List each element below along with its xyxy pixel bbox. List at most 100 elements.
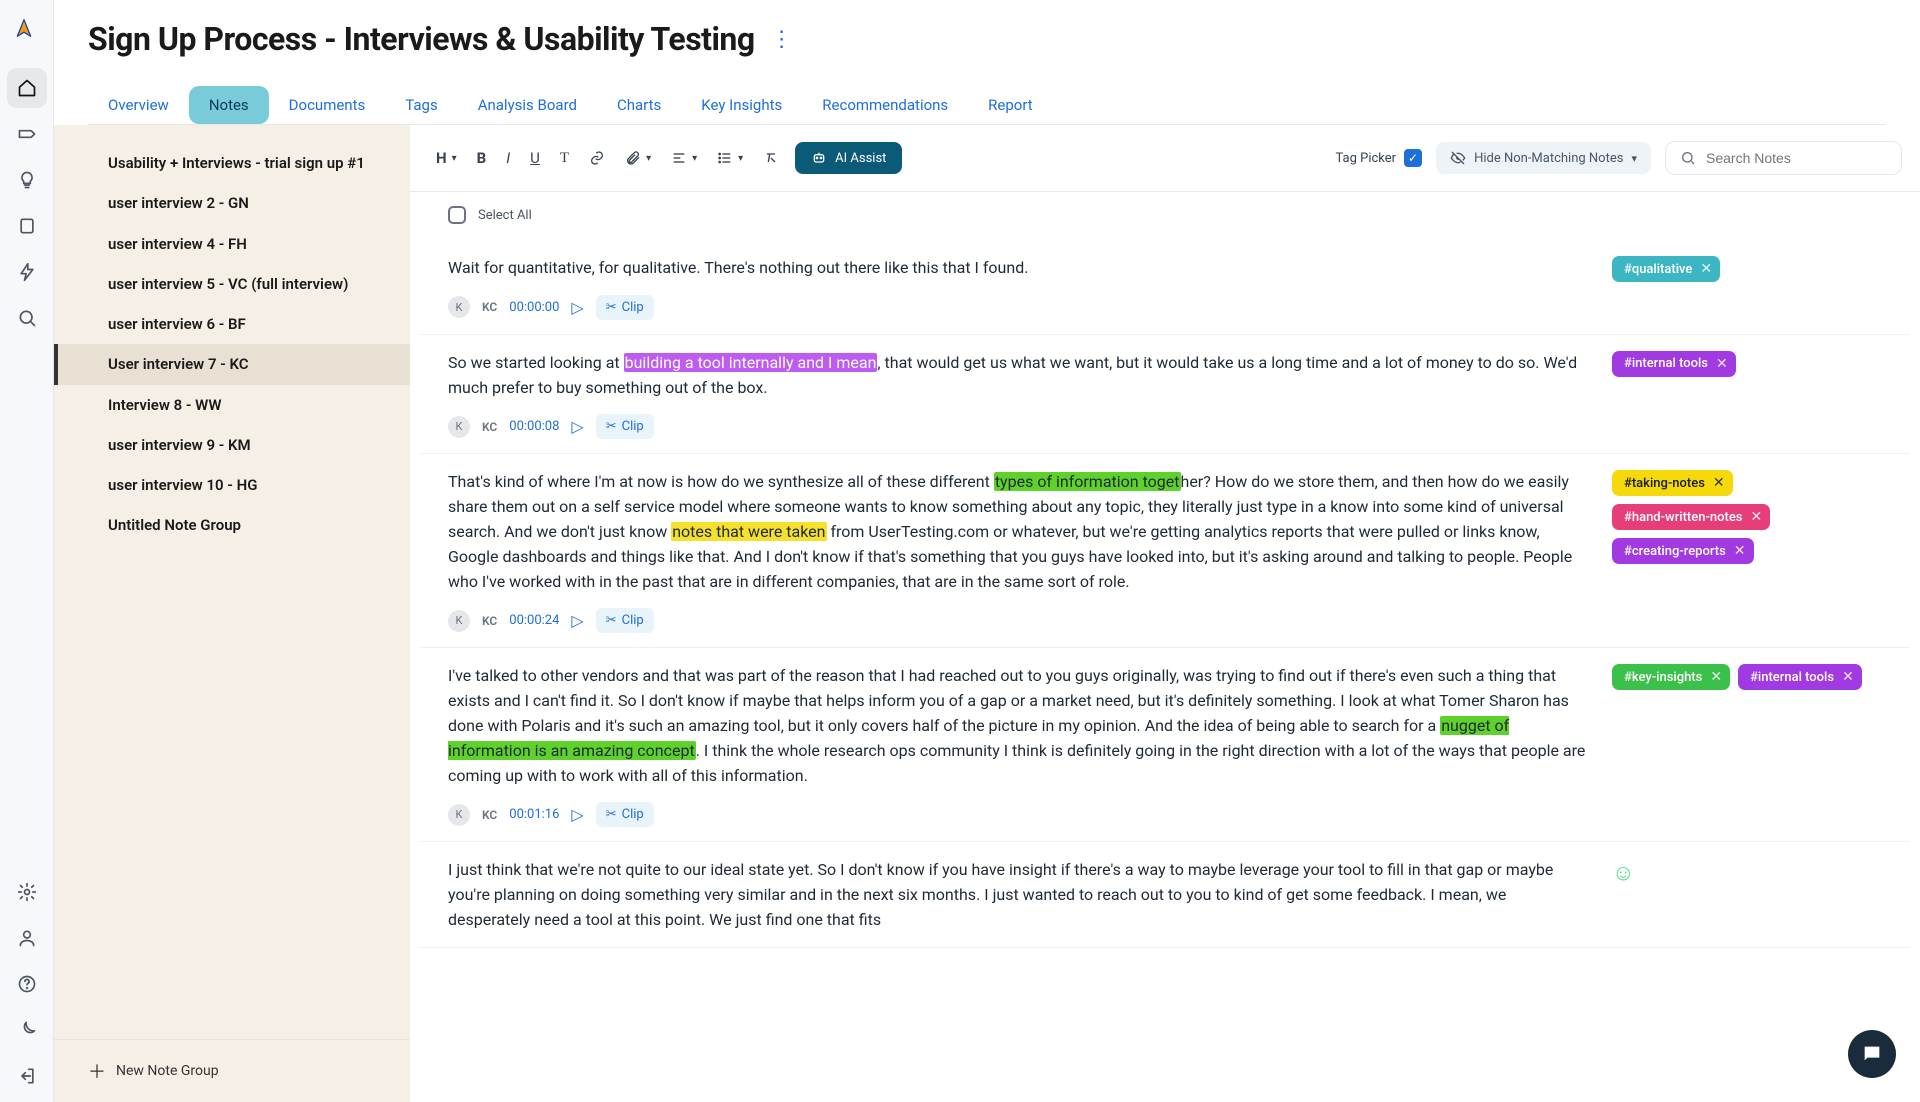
note-text[interactable]: That's kind of where I'm at now is how d… [448,470,1588,594]
link-button[interactable] [581,144,613,172]
bolt-icon[interactable] [7,252,47,292]
tag-remove-icon[interactable]: ✕ [1750,509,1762,525]
select-all-checkbox[interactable] [448,206,466,224]
tab-recommendations[interactable]: Recommendations [802,86,968,124]
author-avatar: K [448,610,470,632]
scissors-icon: ✂ [606,300,617,315]
tag-chip[interactable]: #hand-written-notes✕ [1612,504,1770,530]
note-tags: #internal tools✕ [1612,351,1882,440]
tag-remove-icon[interactable]: ✕ [1716,356,1728,372]
author-avatar: K [448,416,470,438]
timestamp[interactable]: 00:00:08 [509,419,559,434]
clip-button[interactable]: ✂Clip [596,414,654,439]
author-initials: KC [482,300,497,314]
sidebar-item[interactable]: Usability + Interviews - trial sign up #… [54,143,410,183]
sidebar-item[interactable]: Untitled Note Group [54,505,410,545]
settings-icon[interactable] [7,872,47,912]
search-input[interactable] [1706,150,1887,166]
sidebar-item[interactable]: Interview 8 - WW [54,385,410,425]
smiley-icon[interactable]: ☺ [1612,860,1634,886]
note-item: I've talked to other vendors and that wa… [420,648,1910,842]
note-item: So we started looking at building a tool… [420,335,1910,455]
clip-button[interactable]: ✂Clip [596,608,654,633]
help-icon[interactable] [7,964,47,1004]
tag-chip[interactable]: #creating-reports✕ [1612,538,1754,564]
author-initials: KC [482,614,497,628]
sidebar-item[interactable]: user interview 5 - VC (full interview) [54,264,410,304]
list-button[interactable]: ▾ [709,144,751,172]
tag-chip[interactable]: #internal tools✕ [1612,351,1736,377]
moon-icon[interactable] [7,1010,47,1050]
clip-button[interactable]: ✂Clip [596,295,654,320]
tag-remove-icon[interactable]: ✕ [1710,669,1722,685]
timestamp[interactable]: 00:01:16 [509,807,559,822]
sidebar-item[interactable]: User interview 7 - KC [54,344,410,384]
search-icon[interactable] [7,298,47,338]
sidebar-item[interactable]: user interview 4 - FH [54,224,410,264]
page-menu-icon[interactable]: ⋮ [771,27,793,52]
sidebar-item[interactable]: user interview 9 - KM [54,425,410,465]
tag-picker-toggle[interactable]: Tag Picker ✓ [1335,149,1422,167]
chevron-down-icon: ▾ [1631,152,1637,165]
tag-remove-icon[interactable]: ✕ [1734,543,1746,559]
select-all-label: Select All [478,208,532,223]
tab-tags[interactable]: Tags [385,86,457,124]
hide-notes-button[interactable]: Hide Non-Matching Notes ▾ [1436,142,1651,174]
user-icon[interactable] [7,918,47,958]
tab-report[interactable]: Report [968,86,1053,124]
ai-assist-button[interactable]: AI Assist [795,142,902,174]
tag-icon[interactable] [7,114,47,154]
app-logo [14,18,40,44]
tag-remove-icon[interactable]: ✕ [1700,261,1712,277]
tab-analysis-board[interactable]: Analysis Board [458,86,597,124]
book-icon[interactable] [7,206,47,246]
search-input-wrap[interactable] [1665,141,1902,175]
play-icon[interactable]: ▷ [571,417,583,436]
logout-icon[interactable] [7,1056,47,1096]
tab-key-insights[interactable]: Key Insights [681,86,802,124]
search-icon [1680,150,1696,166]
tab-charts[interactable]: Charts [597,86,681,124]
home-icon[interactable] [7,68,47,108]
align-button[interactable]: ▾ [663,144,705,172]
editor-toolbar: H▾ B I U T ▾ ▾ ▾ AI Assist [410,125,1920,192]
clear-format-button[interactable] [755,144,787,172]
tag-chip[interactable]: #taking-notes✕ [1612,470,1733,496]
heading-button[interactable]: H▾ [428,143,465,173]
note-text[interactable]: I've talked to other vendors and that wa… [448,664,1588,788]
lightbulb-icon[interactable] [7,160,47,200]
bold-button[interactable]: B [469,143,495,173]
tag-chip[interactable]: #qualitative✕ [1612,256,1720,282]
timestamp[interactable]: 00:00:00 [509,300,559,315]
tab-documents[interactable]: Documents [269,86,386,124]
note-tags: #key-insights✕ #internal tools✕ [1612,664,1882,827]
timestamp[interactable]: 00:00:24 [509,613,559,628]
author-avatar: K [448,296,470,318]
sidebar-item[interactable]: user interview 10 - HG [54,465,410,505]
check-icon: ✓ [1404,149,1422,167]
note-text[interactable]: So we started looking at building a tool… [448,351,1588,401]
note-item: Wait for quantitative, for qualitative. … [420,240,1910,335]
tag-chip[interactable]: #internal tools✕ [1738,664,1862,690]
tag-chip[interactable]: #key-insights✕ [1612,664,1730,690]
note-text[interactable]: Wait for quantitative, for qualitative. … [448,256,1588,281]
sidebar-item[interactable]: user interview 2 - GN [54,183,410,223]
play-icon[interactable]: ▷ [571,298,583,317]
underline-button[interactable]: U [522,143,548,173]
chat-fab-button[interactable] [1848,1030,1896,1078]
tab-overview[interactable]: Overview [88,86,189,124]
tab-notes[interactable]: Notes [189,86,269,124]
new-note-group-button[interactable]: ＋ New Note Group [54,1039,410,1102]
note-tags: ☺ [1612,858,1882,932]
clip-button[interactable]: ✂Clip [596,802,654,827]
note-text[interactable]: I just think that we're not quite to our… [448,858,1588,932]
play-icon[interactable]: ▷ [571,611,583,630]
text-style-button[interactable]: T [552,144,577,173]
italic-button[interactable]: I [498,143,518,173]
note-tags: #taking-notes✕ #hand-written-notes✕ #creat… [1612,470,1882,633]
tag-remove-icon[interactable]: ✕ [1713,475,1725,491]
tag-remove-icon[interactable]: ✕ [1842,669,1854,685]
play-icon[interactable]: ▷ [571,805,583,824]
sidebar-item[interactable]: user interview 6 - BF [54,304,410,344]
attach-button[interactable]: ▾ [617,144,659,172]
